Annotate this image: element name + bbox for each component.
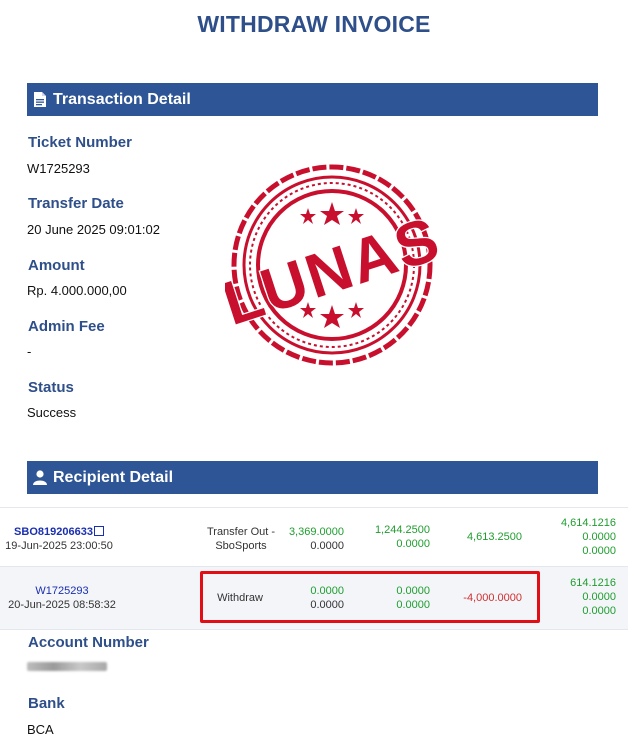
recipient-detail-header: Recipient Detail: [27, 461, 598, 494]
bank-label: Bank: [28, 695, 65, 712]
transaction-ref-link[interactable]: SBO819206633: [14, 526, 93, 538]
admin-fee-label: Admin Fee: [28, 318, 105, 335]
row-value: 0.0000: [396, 538, 430, 550]
row-balance: 0.0000: [582, 605, 616, 617]
document-icon: [31, 91, 49, 109]
row-value: 4,613.2500: [466, 531, 522, 543]
redacted-account-number: [27, 662, 107, 671]
row-balance: 0.0000: [582, 545, 616, 557]
row-balance: 614.1216: [570, 577, 616, 589]
page-title: WITHDRAW INVOICE: [197, 11, 431, 37]
transfer-date-value: 20 June 2025 09:01:02: [27, 222, 161, 237]
row-date: 20-Jun-2025 08:58:32: [8, 599, 116, 611]
row-value: 3,369.0000: [288, 526, 344, 538]
account-number-label: Account Number: [28, 634, 149, 651]
admin-fee-value: -: [27, 344, 32, 359]
table-row: SBO819206633 19-Jun-2025 23:00:50 Transf…: [0, 507, 628, 566]
user-icon: [31, 469, 49, 487]
status-label: Status: [28, 379, 74, 396]
ticket-number-value: W1725293: [27, 161, 90, 176]
row-type-detail: SboSports: [215, 540, 267, 552]
row-date: 19-Jun-2025 23:00:50: [5, 540, 113, 552]
row-balance: 0.0000: [582, 591, 616, 603]
row-balance: 4,614.1216: [560, 517, 616, 529]
highlight-box: [200, 571, 540, 623]
transaction-detail-title: Transaction Detail: [53, 90, 191, 108]
row-value: 0.0000: [310, 540, 344, 552]
copy-icon[interactable]: [93, 526, 104, 536]
bank-value: BCA: [27, 722, 54, 737]
row-balance: 0.0000: [582, 531, 616, 543]
amount-label: Amount: [28, 257, 85, 274]
transfer-date-label: Transfer Date: [28, 195, 124, 212]
transaction-ref-link[interactable]: W1725293: [35, 585, 88, 597]
status-value: Success: [27, 405, 77, 420]
row-value: 1,244.2500: [374, 524, 430, 536]
lunas-stamp: LUNAS: [214, 160, 450, 370]
amount-value: Rp. 4.000.000,00: [27, 283, 127, 298]
transaction-detail-header: Transaction Detail: [27, 83, 598, 116]
recipient-detail-title: Recipient Detail: [53, 468, 174, 486]
ticket-number-label: Ticket Number: [28, 134, 132, 151]
row-type: Transfer Out -: [206, 526, 276, 538]
